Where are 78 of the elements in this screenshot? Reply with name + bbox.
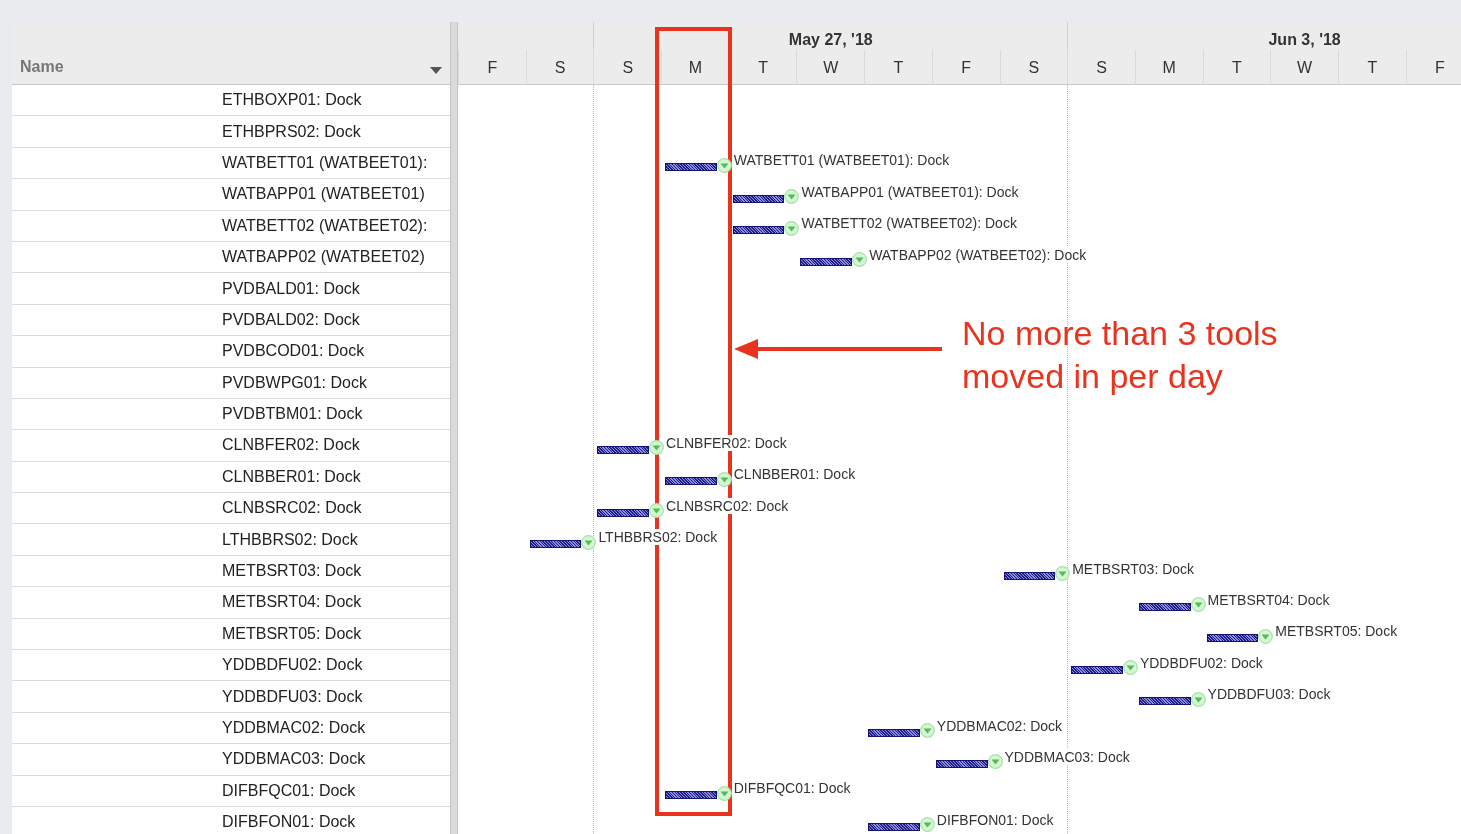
task-label: LTHBBRS02: Dock: [597, 529, 719, 546]
task-name[interactable]: LTHBBRS02: Dock: [222, 530, 358, 549]
task-bar[interactable]: [935, 759, 988, 768]
task-name[interactable]: PVDBALD01: Dock: [222, 279, 360, 298]
task-name[interactable]: YDDBMAC03: Dock: [222, 750, 366, 769]
task-bar[interactable]: [1138, 697, 1191, 706]
day-label: F: [1435, 58, 1445, 77]
week-label: May 27, '18: [788, 31, 873, 49]
task-label: YDDBMAC02: Dock: [935, 717, 1064, 734]
task-bar[interactable]: [868, 822, 920, 831]
day-label: S: [1096, 58, 1107, 77]
week-label: Jun 3, '18: [1268, 31, 1341, 49]
task-name[interactable]: CLNBBER01: Dock: [222, 467, 361, 486]
day-label: T: [758, 58, 768, 77]
task-name[interactable]: CLNBSRC02: Dock: [222, 499, 362, 518]
task-bar[interactable]: [665, 163, 717, 172]
task-name[interactable]: ETHBPRS02: Dock: [222, 122, 361, 141]
milestone-icon[interactable]: [716, 157, 732, 173]
task-name[interactable]: PVDBTBM01: Dock: [222, 405, 363, 424]
task-bar[interactable]: [529, 540, 582, 549]
milestone-icon[interactable]: [1190, 597, 1206, 613]
task-name[interactable]: YDDBMAC02: Dock: [222, 719, 366, 737]
task-label: DIFBFON01: Dock: [935, 811, 1055, 828]
task-label: WATBETT01 (WATBEET01): Dock: [732, 152, 951, 169]
day-label: F: [961, 58, 972, 77]
task-bar[interactable]: [1138, 602, 1191, 611]
task-label: DIFBFQC01: Dock: [732, 780, 852, 797]
task-label: CLNBFER02: Dock: [665, 435, 788, 451]
task-bar[interactable]: [732, 194, 785, 203]
task-bar[interactable]: [868, 728, 920, 737]
task-label: YDDBDFU02: Dock: [1138, 654, 1264, 671]
milestone-icon[interactable]: [1122, 660, 1138, 676]
annotation-text: No more than 3 tools moved in per day: [962, 313, 1279, 397]
task-name[interactable]: PVDBALD02: Dock: [222, 310, 360, 329]
task-bar[interactable]: [597, 508, 650, 517]
day-label: M: [1162, 58, 1176, 77]
task-label: WATBAPP01 (WATBEET01): Dock: [800, 183, 1020, 200]
task-name[interactable]: YDDBDFU03: Dock: [222, 687, 363, 706]
task-name[interactable]: DIFBFQC01: Dock: [222, 781, 356, 800]
day-label: M: [688, 58, 703, 77]
day-label: S: [1028, 58, 1040, 77]
day-label: T: [1367, 58, 1378, 77]
task-name[interactable]: YDDBDFU02: Dock: [222, 656, 363, 675]
task-name[interactable]: ETHBOXP01: Dock: [222, 91, 362, 110]
task-name[interactable]: METBSRT03: Dock: [222, 562, 362, 581]
day-label: S: [622, 58, 634, 77]
day-label: F: [487, 58, 498, 77]
milestone-icon[interactable]: [987, 754, 1003, 770]
task-bar[interactable]: [665, 791, 717, 800]
day-label: S: [554, 58, 566, 77]
task-name[interactable]: METBSRT04: Dock: [222, 593, 362, 612]
task-bar[interactable]: [732, 226, 785, 235]
task-label: WATBETT02 (WATBEET02): Dock: [800, 215, 1018, 232]
task-name[interactable]: PVDBWPG01: Dock: [222, 373, 367, 392]
task-bar[interactable]: [800, 257, 853, 266]
milestone-icon[interactable]: [716, 471, 732, 487]
task-bar[interactable]: [1071, 665, 1123, 674]
task-label: METBSRT04: Dock: [1206, 591, 1331, 608]
column-header[interactable]: Name: [20, 58, 64, 76]
task-label: WATBAPP02 (WATBEET02): Dock: [868, 246, 1088, 263]
task-label: METBSRT03: Dock: [1071, 560, 1196, 577]
task-bar[interactable]: [665, 477, 717, 486]
milestone-icon[interactable]: [716, 785, 732, 801]
task-label: YDDBMAC03: Dock: [1003, 748, 1131, 765]
task-bar[interactable]: [1206, 634, 1259, 643]
day-label: T: [893, 58, 904, 77]
milestone-icon[interactable]: [919, 817, 935, 833]
day-label: W: [1297, 58, 1313, 77]
task-name[interactable]: METBSRT05: Dock: [222, 624, 362, 643]
task-label: CLNBSRC02: Dock: [665, 497, 790, 514]
day-label: T: [1232, 58, 1242, 77]
dropdown-icon[interactable]: [430, 67, 442, 74]
milestone-icon[interactable]: [1190, 691, 1206, 707]
day-label: W: [823, 58, 839, 77]
task-name[interactable]: CLNBFER02: Dock: [222, 436, 360, 455]
task-bar[interactable]: [1003, 571, 1056, 580]
milestone-icon[interactable]: [919, 723, 935, 738]
task-name[interactable]: PVDBCOD01: Dock: [222, 342, 365, 361]
